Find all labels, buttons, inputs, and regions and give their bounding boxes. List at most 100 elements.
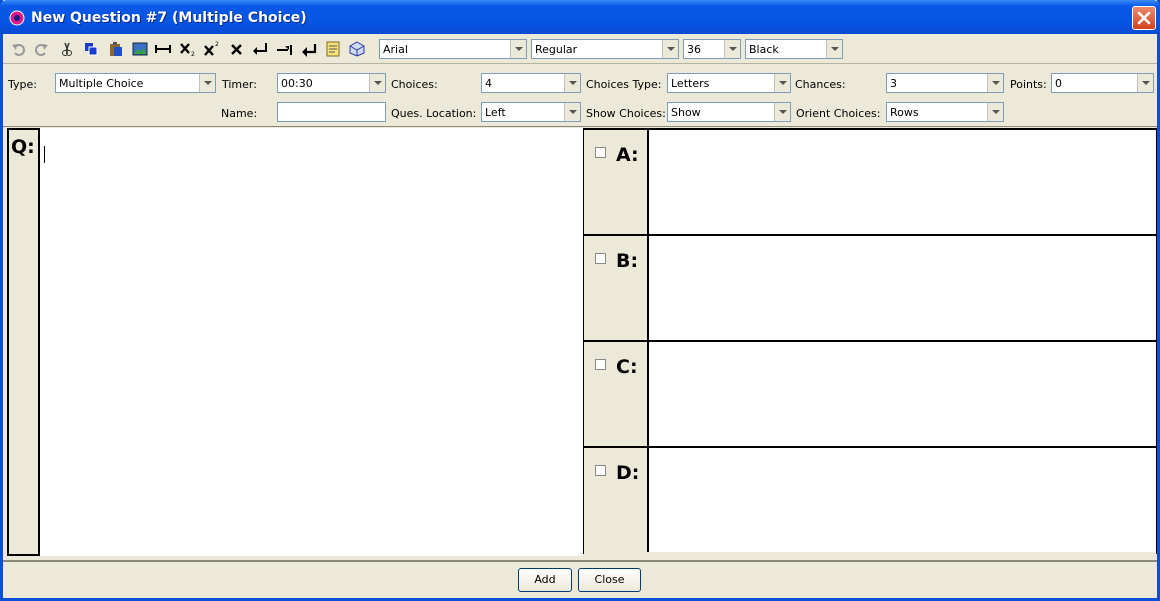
chevron-down-icon[interactable] — [199, 74, 215, 92]
ques-location-select[interactable]: Left — [481, 102, 581, 122]
choice-d-label: D: — [616, 462, 640, 484]
font-style-select[interactable]: Regular — [531, 39, 679, 59]
undo-icon[interactable] — [11, 41, 27, 57]
font-style-value: Regular — [535, 43, 578, 56]
font-color-select[interactable]: Black — [745, 39, 843, 59]
line-icon[interactable] — [155, 41, 171, 57]
add-button[interactable]: Add — [518, 568, 572, 592]
close-button[interactable]: Close — [578, 568, 641, 592]
redo-icon[interactable] — [33, 41, 49, 57]
dialog-window: New Question #7 (Multiple Choice) 2 2 Ar… — [0, 0, 1160, 601]
orient-choices-value: Rows — [890, 106, 919, 119]
show-choices-value: Show — [671, 106, 701, 119]
choice-c-label: C: — [616, 356, 638, 378]
tab-icon[interactable] — [276, 41, 292, 57]
choice-b-correct-checkbox[interactable] — [595, 253, 606, 264]
show-choices-label: Show Choices: — [586, 107, 666, 120]
choice-c-correct-checkbox[interactable] — [595, 359, 606, 370]
title-bar[interactable]: New Question #7 (Multiple Choice) — [0, 0, 1160, 34]
text-caret — [44, 146, 45, 163]
orient-choices-select[interactable]: Rows — [886, 102, 1004, 122]
choices-type-value: Letters — [671, 77, 710, 90]
chances-value: 3 — [890, 77, 897, 90]
question-label: Q: — [11, 136, 35, 158]
chevron-down-icon[interactable] — [510, 40, 526, 58]
chevron-down-icon[interactable] — [1137, 74, 1153, 92]
question-editor: Q: A: B: C: D: — [7, 128, 1157, 558]
choice-a: A: — [584, 130, 1156, 236]
ques-location-label: Ques. Location: — [391, 107, 477, 120]
type-value: Multiple Choice — [59, 77, 144, 90]
copy-icon[interactable] — [83, 41, 99, 57]
chevron-down-icon[interactable] — [987, 103, 1003, 121]
choices-type-select[interactable]: Letters — [667, 73, 791, 93]
chevron-down-icon[interactable] — [564, 74, 580, 92]
choice-a-correct-checkbox[interactable] — [595, 147, 606, 158]
name-label: Name: — [221, 107, 258, 120]
font-size-select[interactable]: 36 — [683, 39, 741, 59]
font-size-value: 36 — [687, 43, 701, 56]
return-icon[interactable] — [252, 41, 268, 57]
chevron-down-icon[interactable] — [774, 103, 790, 121]
choice-b-text-area[interactable] — [647, 236, 1156, 340]
enter-icon[interactable] — [301, 41, 317, 57]
chevron-down-icon[interactable] — [724, 40, 740, 58]
points-label: Points: — [1010, 78, 1047, 91]
chevron-down-icon[interactable] — [987, 74, 1003, 92]
chances-select[interactable]: 3 — [886, 73, 1004, 93]
font-family-select[interactable]: Arial — [379, 39, 527, 59]
svg-text:2: 2 — [191, 51, 195, 57]
superscript-icon[interactable]: 2 — [204, 41, 220, 57]
chevron-down-icon[interactable] — [564, 103, 580, 121]
timer-select[interactable]: 00:30 — [277, 73, 386, 93]
choice-a-label: A: — [616, 144, 639, 166]
cube-icon[interactable] — [349, 41, 365, 57]
chevron-down-icon[interactable] — [662, 40, 678, 58]
chevron-down-icon[interactable] — [369, 74, 385, 92]
close-icon — [1137, 11, 1151, 25]
name-input[interactable] — [277, 102, 386, 122]
question-panel: Q: — [7, 128, 583, 556]
timer-label: Timer: — [222, 78, 257, 91]
choice-c: C: — [584, 342, 1156, 448]
chevron-down-icon[interactable] — [774, 74, 790, 92]
question-text-area[interactable] — [38, 128, 583, 556]
type-label: Type: — [8, 78, 37, 91]
note-icon[interactable] — [325, 41, 341, 57]
points-select[interactable]: 0 — [1051, 73, 1154, 93]
choice-b-label: B: — [616, 250, 639, 272]
choices-label: Choices: — [391, 78, 438, 91]
timer-value: 00:30 — [281, 77, 313, 90]
paste-icon[interactable] — [108, 41, 124, 57]
points-value: 0 — [1055, 77, 1062, 90]
choices-panel: A: B: C: D: — [583, 128, 1157, 554]
choices-value: 4 — [485, 77, 492, 90]
font-color-value: Black — [749, 43, 779, 56]
cut-icon[interactable] — [59, 41, 75, 57]
choice-b: B: — [584, 236, 1156, 342]
show-choices-select[interactable]: Show — [667, 102, 791, 122]
chevron-down-icon[interactable] — [826, 40, 842, 58]
type-select[interactable]: Multiple Choice — [55, 73, 216, 93]
choice-d: D: — [584, 448, 1156, 554]
format-toolbar: 2 2 Arial Regular 36 Black — [3, 34, 1157, 64]
clear-format-icon[interactable] — [229, 41, 245, 57]
ques-location-value: Left — [485, 106, 506, 119]
font-family-value: Arial — [383, 43, 408, 56]
choice-d-correct-checkbox[interactable] — [595, 465, 606, 476]
choice-d-text-area[interactable] — [647, 448, 1156, 552]
choice-c-text-area[interactable] — [647, 342, 1156, 446]
choices-select[interactable]: 4 — [481, 73, 581, 93]
orient-choices-label: Orient Choices: — [796, 107, 881, 120]
choices-type-label: Choices Type: — [586, 78, 662, 91]
app-icon — [9, 10, 25, 26]
svg-text:2: 2 — [215, 41, 219, 48]
dialog-button-bar: Add Close — [3, 560, 1157, 598]
question-settings: Type: Multiple Choice Timer: 00:30 Choic… — [3, 67, 1157, 127]
subscript-icon[interactable]: 2 — [180, 41, 196, 57]
close-window-button[interactable] — [1132, 6, 1156, 30]
window-title: New Question #7 (Multiple Choice) — [31, 10, 307, 26]
chances-label: Chances: — [795, 78, 846, 91]
image-icon[interactable] — [132, 41, 148, 57]
choice-a-text-area[interactable] — [647, 130, 1156, 234]
